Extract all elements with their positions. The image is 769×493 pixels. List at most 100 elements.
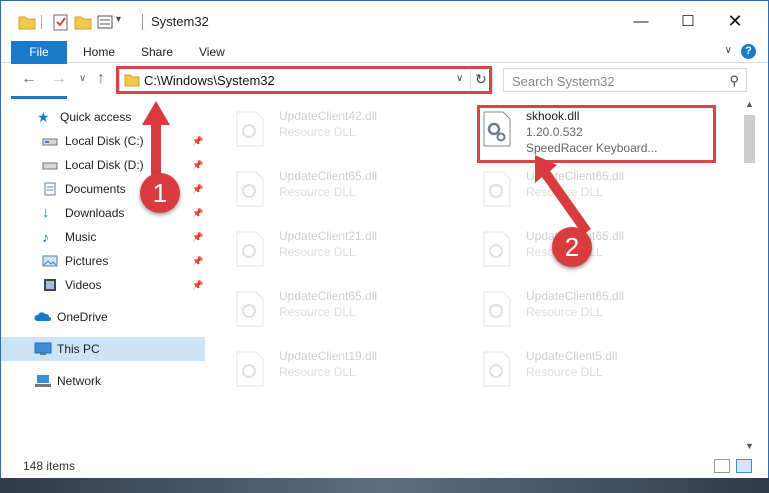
file-name: UpdateClient65.dll xyxy=(279,289,378,303)
file-item[interactable]: UpdateClient65.dll Resource DLL xyxy=(460,281,690,339)
file-item[interactable]: UpdateClient19.dll Resource DLL xyxy=(213,341,443,399)
recent-dropdown-icon[interactable]: ∨ xyxy=(79,73,86,84)
sidebar-item-label: Quick access xyxy=(60,110,132,124)
dll-file-icon xyxy=(236,171,264,207)
ribbon-tabs: File Home Share View ∨ ? xyxy=(1,41,768,99)
status-bar: 148 items xyxy=(1,457,768,479)
dll-file-icon xyxy=(236,231,264,267)
computer-icon xyxy=(34,342,52,356)
file-type: Resource DLL xyxy=(526,365,603,379)
documents-icon xyxy=(42,182,58,196)
properties-icon[interactable] xyxy=(51,13,71,31)
sidebar-item-label: Local Disk (D:) xyxy=(65,158,144,172)
sidebar-item-label: Music xyxy=(65,230,97,244)
pin-icon[interactable]: 📌 xyxy=(192,280,203,291)
sidebar-item-music[interactable]: ♪ Music 📌 xyxy=(1,225,205,249)
quick-access-divider xyxy=(41,15,42,29)
window-title: System32 xyxy=(151,14,209,29)
sidebar-item-label: Videos xyxy=(65,278,102,292)
navigation-bar: ← → ∨ ↑ C:\Windows\System32 ∨ ↻ Search S… xyxy=(1,64,768,96)
pin-icon[interactable]: 📌 xyxy=(192,256,203,267)
large-icons-view-icon[interactable] xyxy=(736,459,752,473)
tab-view[interactable]: View xyxy=(199,41,225,63)
tab-home[interactable]: Home xyxy=(83,41,115,63)
search-icon[interactable]: ⚲ xyxy=(729,73,739,89)
sidebar-item-pictures[interactable]: Pictures 📌 xyxy=(1,249,205,273)
sidebar-item-network[interactable]: Network xyxy=(1,369,205,393)
network-icon xyxy=(34,374,51,388)
sidebar-item-label: This PC xyxy=(57,342,100,356)
sidebar-item-label: Pictures xyxy=(65,254,109,268)
file-type: Resource DLL xyxy=(279,185,356,199)
file-name: UpdateClient5.dll xyxy=(526,349,618,363)
cloud-icon xyxy=(34,310,51,324)
dll-file-icon xyxy=(483,171,511,207)
file-name: UpdateClient19.dll xyxy=(279,349,378,363)
expand-ribbon-icon[interactable]: ∨ xyxy=(725,45,732,56)
scroll-up-icon[interactable]: ▲ xyxy=(745,99,754,109)
search-placeholder[interactable]: Search System32 xyxy=(512,74,615,89)
file-item[interactable]: UpdateClient42.dll Resource DLL xyxy=(213,101,443,159)
close-button[interactable]: ✕ xyxy=(712,1,758,41)
sidebar-item-label: OneDrive xyxy=(57,310,108,324)
drive-icon xyxy=(42,158,58,172)
star-icon: ★ xyxy=(37,109,50,125)
dll-file-icon xyxy=(236,291,264,327)
file-item[interactable]: UpdateClient65.dll Resource DLL xyxy=(213,161,443,219)
file-item[interactable]: UpdateClient21.dll Resource DLL xyxy=(213,221,443,279)
step-badge-2: 2 xyxy=(552,227,592,267)
sidebar-item-label: Network xyxy=(57,374,102,388)
pin-icon[interactable]: 📌 xyxy=(192,136,203,147)
pictures-icon xyxy=(42,254,58,268)
file-type: Resource DLL xyxy=(279,125,356,139)
file-type: Resource DLL xyxy=(279,365,356,379)
explorer-window: ▾ System32 — ☐ ✕ File Home Share View ∨ … xyxy=(0,0,769,493)
scroll-thumb[interactable] xyxy=(744,115,755,163)
tab-share[interactable]: Share xyxy=(141,41,173,63)
dll-file-icon xyxy=(236,111,264,147)
navigation-pane: ★ Quick access Local Disk (C:) 📌 Local D… xyxy=(1,101,213,451)
dll-file-icon xyxy=(483,351,511,387)
maximize-button[interactable]: ☐ xyxy=(665,1,711,41)
file-name: UpdateClient21.dll xyxy=(279,229,378,243)
file-name: UpdateClient65.dll xyxy=(279,169,378,183)
title-separator xyxy=(142,14,143,30)
music-icon: ♪ xyxy=(42,229,49,245)
drive-icon xyxy=(42,134,58,148)
file-name: UpdateClient65.dll xyxy=(526,289,625,303)
scroll-down-icon[interactable]: ▼ xyxy=(745,441,754,451)
pin-icon[interactable]: 📌 xyxy=(192,160,203,171)
dll-file-icon xyxy=(236,351,264,387)
details-view-icon[interactable] xyxy=(714,459,730,473)
forward-arrow-icon[interactable]: → xyxy=(51,70,67,88)
up-arrow-icon[interactable]: ↑ xyxy=(97,70,105,88)
sidebar-item-this-pc[interactable]: This PC xyxy=(1,337,205,361)
sidebar-item-onedrive[interactable]: OneDrive xyxy=(1,305,205,329)
videos-icon xyxy=(42,278,58,292)
folder-icon[interactable] xyxy=(17,13,37,31)
sidebar-item-label: Local Disk (C:) xyxy=(65,134,144,148)
sidebar-item-label: Downloads xyxy=(65,206,125,220)
customize-icon[interactable] xyxy=(96,13,116,31)
search-box[interactable]: Search System32 ⚲ xyxy=(503,68,747,92)
vertical-scrollbar[interactable]: ▲ ▼ xyxy=(741,97,758,455)
dll-file-icon xyxy=(483,291,511,327)
file-item[interactable]: UpdateClient65.dll Resource DLL xyxy=(213,281,443,339)
back-arrow-icon[interactable]: ← xyxy=(21,70,37,88)
file-type: Resource DLL xyxy=(279,305,356,319)
new-folder-icon[interactable] xyxy=(73,13,93,31)
address-highlight-box xyxy=(116,66,492,94)
pin-icon[interactable]: 📌 xyxy=(192,208,203,219)
file-type: Resource DLL xyxy=(526,305,603,319)
desktop-background xyxy=(0,478,769,493)
pin-icon[interactable]: 📌 xyxy=(192,232,203,243)
pin-icon[interactable]: 📌 xyxy=(192,184,203,195)
file-item[interactable]: UpdateClient5.dll Resource DLL xyxy=(460,341,690,399)
help-icon[interactable]: ? xyxy=(741,44,756,59)
dll-file-icon xyxy=(483,231,511,267)
title-bar: ▾ System32 — ☐ ✕ xyxy=(1,1,768,41)
quick-access-dropdown-icon[interactable]: ▾ xyxy=(116,14,121,32)
minimize-button[interactable]: — xyxy=(618,1,664,41)
file-name: UpdateClient42.dll xyxy=(279,109,378,123)
sidebar-item-videos[interactable]: Videos 📌 xyxy=(1,273,205,297)
